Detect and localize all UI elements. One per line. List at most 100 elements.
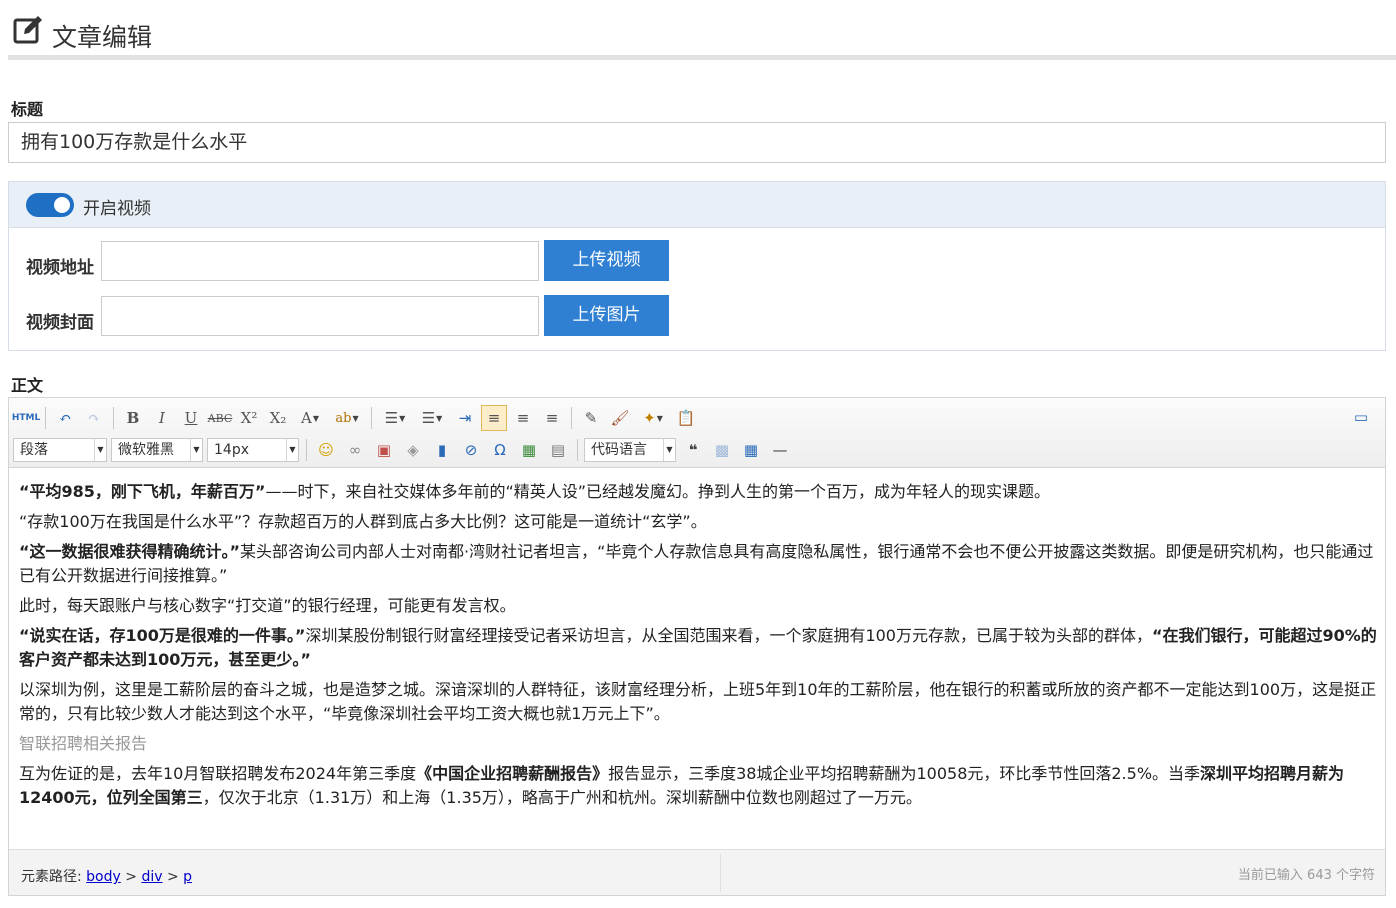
- element-path-label: 元素路径:: [21, 869, 82, 885]
- page-title: 文章编辑: [52, 23, 153, 52]
- toolbar-separator: [577, 439, 578, 461]
- code-language-select[interactable]: 代码语言 ▼: [584, 438, 676, 462]
- text: ，仅次于北京（1.31万）和上海（1.35万），略高于广州和杭州。深圳薪酬中位数…: [202, 788, 922, 807]
- font-family-select[interactable]: 微软雅黑 ▼: [111, 438, 203, 462]
- paragraph-select-value: 段落: [20, 442, 48, 458]
- unordered-list-icon[interactable]: ☰ ▼: [415, 405, 449, 431]
- font-color-icon[interactable]: A ▼: [294, 405, 326, 431]
- fullscreen-icon[interactable]: ▭: [1348, 404, 1374, 430]
- toolbar-row-1: HTML ↶ ↷ B I U ABC X² X₂ A ▼ ab ▼ ☰ ▼ ☰ ▼ ⇥ …: [12, 404, 702, 432]
- statusbar-divider: [720, 854, 721, 892]
- toolbar-separator: [371, 407, 372, 429]
- text: ——时下，来自社交媒体多年前的“精英人设”已经越发魔幻。挣到人生的第一个百万，成…: [265, 482, 1051, 501]
- bold-text: “说实在话，存100万是很难的一件事。”: [19, 626, 306, 645]
- rich-text-editor: HTML ↶ ↷ B I U ABC X² X₂ A ▼ ab ▼ ☰ ▼ ☰ ▼ ⇥ …: [8, 397, 1386, 896]
- toolbar-separator: [113, 407, 114, 429]
- eraser-icon[interactable]: ✎: [578, 405, 604, 431]
- paragraph: 以深圳为例，这里是工薪阶层的奋斗之城，也是造梦之城。深谙深圳的人群特征，该财富经…: [19, 680, 1377, 723]
- editor-content[interactable]: “平均985，刚下飞机，年薪百万”——时下，来自社交媒体多年前的“精英人设”已经…: [19, 480, 1385, 816]
- video-panel: 开启视频 视频地址 上传视频 视频封面 上传图片: [8, 181, 1386, 351]
- table-icon[interactable]: ▦: [738, 437, 764, 463]
- highlight-color-icon[interactable]: ab ▼: [329, 405, 365, 431]
- chevron-down-icon: ▼: [190, 439, 202, 461]
- element-path: 元素路径: body > div > p: [21, 869, 193, 885]
- align-right-icon[interactable]: ≡: [539, 405, 565, 431]
- character-count: 当前已输入 643 个字符: [1237, 868, 1375, 883]
- horizontal-rule-icon[interactable]: —: [767, 437, 793, 463]
- bold-text: “这一数据很难获得精确统计。”: [19, 542, 241, 561]
- align-center-icon[interactable]: ≡: [510, 405, 536, 431]
- template-icon[interactable]: ▤: [545, 437, 571, 463]
- text: 深圳某股份制银行财富经理接受记者采访坦言，从全国范围来看，一个家庭拥有100万元…: [305, 626, 1152, 645]
- toolbar-separator: [571, 407, 572, 429]
- paragraph: “说实在话，存100万是很难的一件事。”深圳某股份制银行财富经理接受记者采访坦言…: [19, 624, 1385, 672]
- italic-icon[interactable]: I: [149, 405, 175, 431]
- text: 报告显示，三季度38城企业平均招聘薪酬为10058元，环比季节性回落2.5%。当…: [608, 764, 1201, 783]
- toggle-knob: [54, 197, 70, 213]
- editor-statusbar: 元素路径: body > div > p 当前已输入 643 个字符: [9, 849, 1385, 895]
- video-url-input[interactable]: [101, 241, 539, 281]
- link-icon[interactable]: ∞: [342, 437, 368, 463]
- font-size-select-value: 14px: [214, 442, 249, 458]
- editor-toolbar: HTML ↶ ↷ B I U ABC X² X₂ A ▼ ab ▼ ☰ ▼ ☰ ▼ ⇥ …: [9, 398, 1385, 468]
- toolbar-separator: [45, 407, 46, 429]
- chevron-down-icon: ▼: [286, 439, 298, 461]
- ordered-list-icon[interactable]: ☰ ▼: [378, 405, 412, 431]
- path-link-div[interactable]: div: [141, 869, 162, 885]
- magic-wand-icon[interactable]: ✦ ▼: [636, 405, 670, 431]
- chevron-down-icon: ▼: [663, 439, 675, 461]
- page-header: 文章编辑: [8, 10, 1396, 60]
- paragraph: 此时，每天跟账户与核心数字“打交道”的银行经理，可能更有发言权。: [19, 596, 516, 615]
- paragraph: “存款100万在我国是什么水平”？存款超百万的人群到底占多大比例？这可能是一道统…: [19, 512, 707, 531]
- bold-text: “平均985，刚下飞机，年薪百万”: [19, 482, 266, 501]
- paste-text-icon[interactable]: 📋: [673, 405, 699, 431]
- upload-video-button[interactable]: 上传视频: [544, 240, 669, 281]
- title-input[interactable]: 拥有100万存款是什么水平: [8, 122, 1386, 163]
- image-icon[interactable]: ▣: [371, 437, 397, 463]
- undo-icon[interactable]: ↶: [52, 405, 78, 431]
- video-icon[interactable]: ▮: [429, 437, 455, 463]
- font-family-select-value: 微软雅黑: [118, 442, 174, 458]
- font-size-select[interactable]: 14px ▼: [207, 438, 299, 462]
- subscript-icon[interactable]: X₂: [265, 405, 291, 431]
- underline-icon[interactable]: U: [178, 405, 204, 431]
- chevron-down-icon: ▼: [94, 439, 106, 461]
- video-cover-label: 视频封面: [26, 313, 94, 333]
- paragraph-select[interactable]: 段落 ▼: [13, 438, 107, 462]
- video-toggle-label: 开启视频: [83, 199, 151, 219]
- bold-icon[interactable]: B: [120, 405, 146, 431]
- toolbar-row-2: 段落 ▼ 微软雅黑 ▼ 14px ▼ ☺ ∞ ▣ ◈ ▮ ⊘ Ω ▦ ▤ 代码语…: [13, 436, 796, 464]
- indent-icon[interactable]: ⇥: [452, 405, 478, 431]
- path-link-p[interactable]: p: [183, 869, 192, 885]
- map-icon[interactable]: ◈: [400, 437, 426, 463]
- strikethrough-icon[interactable]: ABC: [207, 405, 233, 431]
- code-language-select-value: 代码语言: [591, 442, 647, 458]
- subheading: 智联招聘相关报告: [19, 734, 148, 753]
- html-source-button[interactable]: HTML: [12, 405, 40, 431]
- superscript-icon[interactable]: X²: [236, 405, 262, 431]
- paragraph: “平均985，刚下飞机，年薪百万”——时下，来自社交媒体多年前的“精英人设”已经…: [19, 480, 1385, 504]
- body-label: 正文: [11, 376, 44, 395]
- edit-icon: [13, 16, 42, 44]
- text: 互为佐证的是，去年10月智联招聘发布2024年第三季度: [19, 764, 417, 783]
- upload-image-button[interactable]: 上传图片: [544, 295, 669, 336]
- title-label: 标题: [11, 100, 44, 119]
- emoji-icon[interactable]: ☺: [313, 437, 339, 463]
- word-import-icon[interactable]: ▩: [709, 437, 735, 463]
- attachment-icon[interactable]: ⊘: [458, 437, 484, 463]
- format-brush-icon[interactable]: 🖌: [607, 405, 633, 431]
- bold-text: 《中国企业招聘薪酬报告》: [416, 764, 609, 783]
- path-link-body[interactable]: body: [86, 869, 121, 885]
- paragraph: 互为佐证的是，去年10月智联招聘发布2024年第三季度《中国企业招聘薪酬报告》报…: [19, 762, 1385, 810]
- video-panel-header: 开启视频: [9, 182, 1385, 228]
- video-cover-input[interactable]: [101, 296, 539, 336]
- toolbar-separator: [306, 439, 307, 461]
- special-char-icon[interactable]: Ω: [487, 437, 513, 463]
- blockquote-icon[interactable]: ❝: [680, 437, 706, 463]
- redo-icon[interactable]: ↷: [81, 405, 107, 431]
- paragraph: “这一数据很难获得精确统计。”某头部咨询公司内部人士对南都·湾财社记者坦言，“毕…: [19, 540, 1385, 588]
- insert-image-icon[interactable]: ▦: [516, 437, 542, 463]
- video-url-label: 视频地址: [26, 258, 94, 278]
- align-left-icon[interactable]: ≡: [481, 405, 507, 431]
- video-toggle-switch[interactable]: [26, 193, 74, 217]
